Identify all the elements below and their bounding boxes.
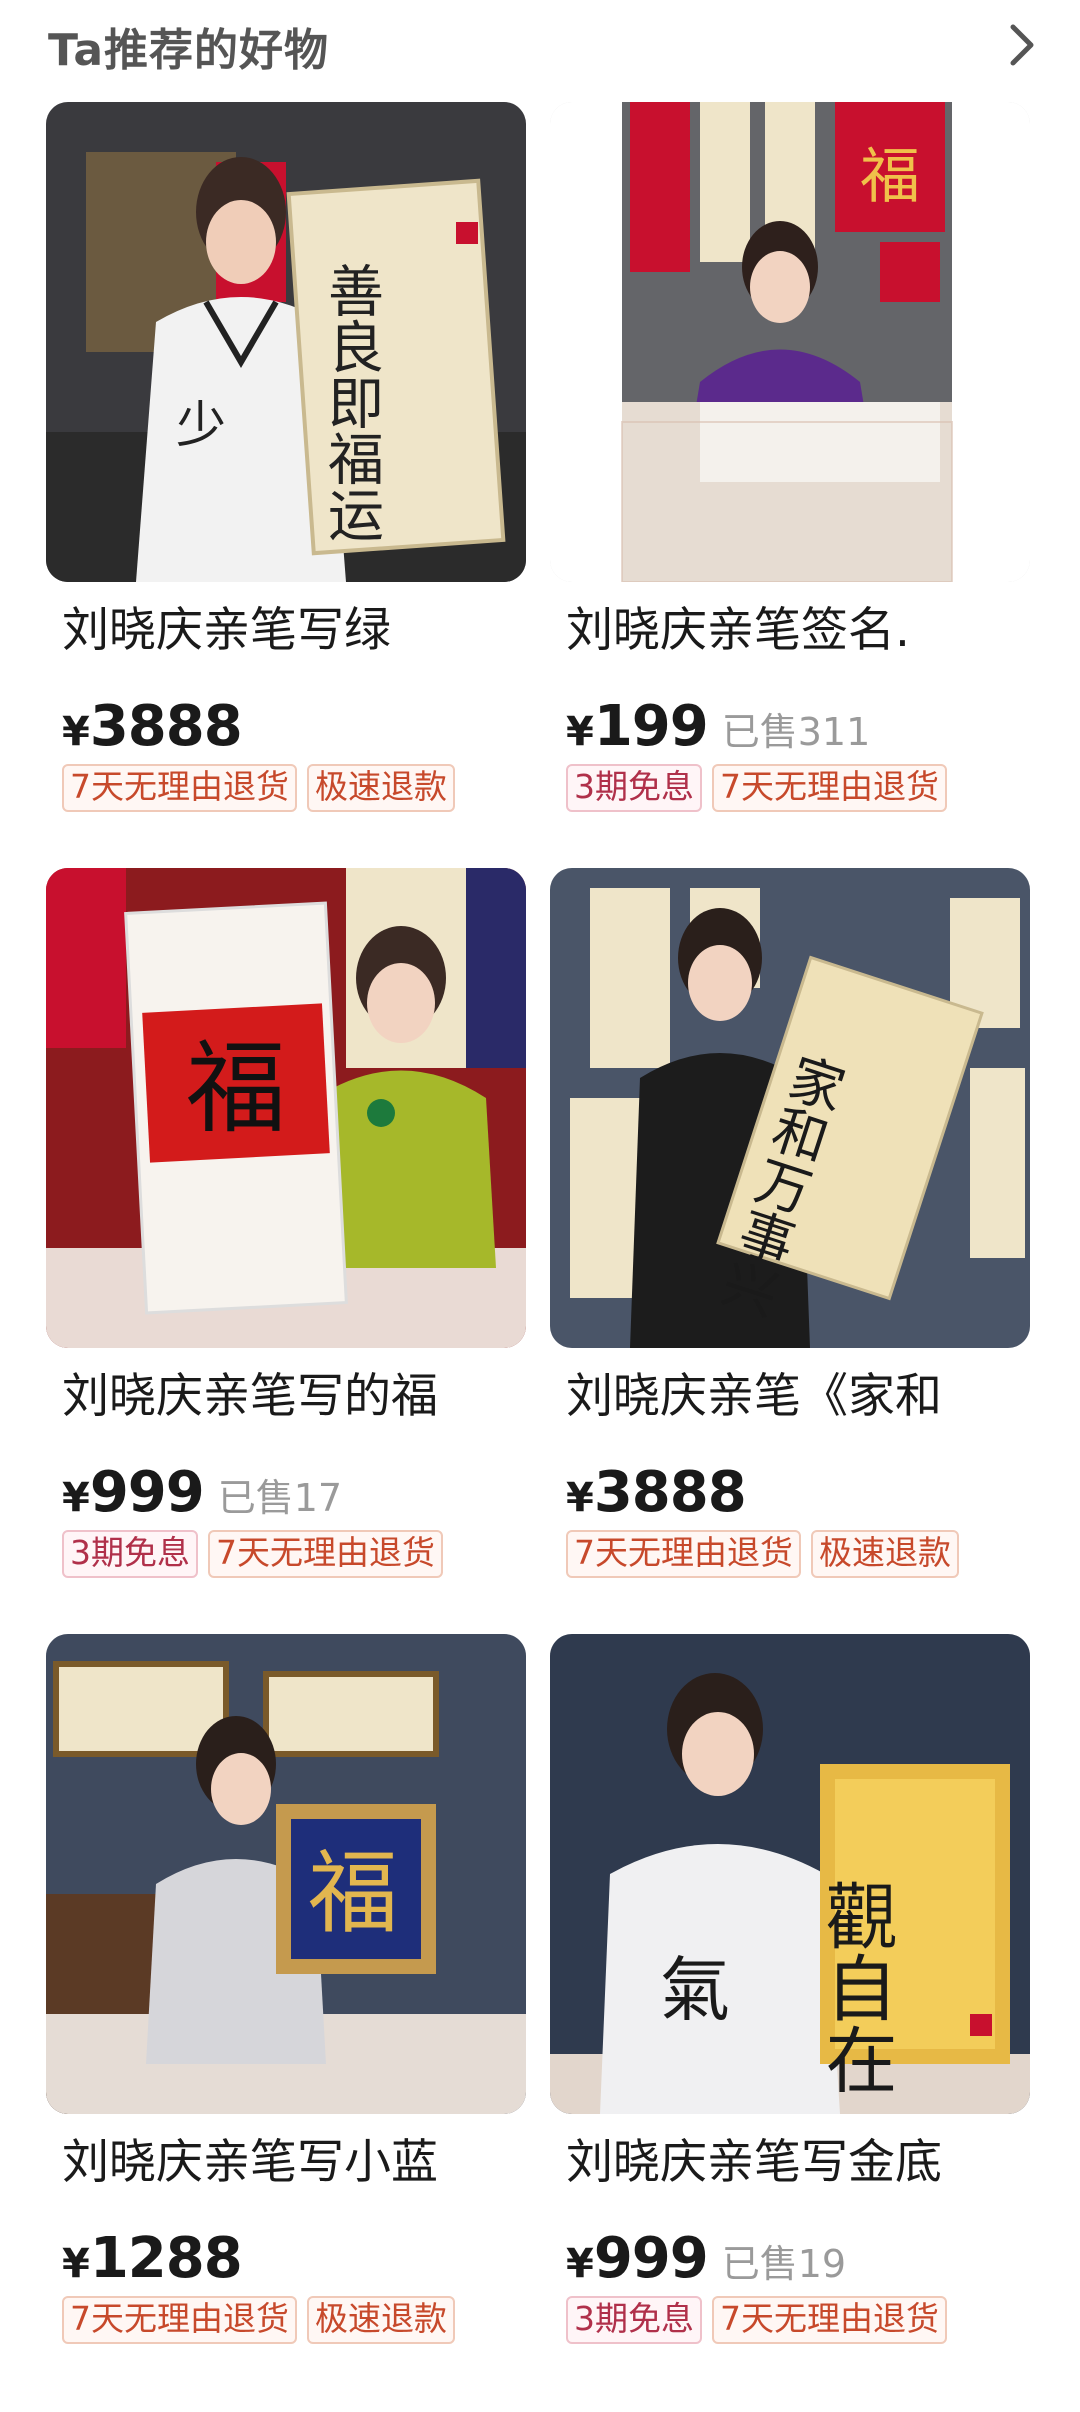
tag-badge: 3期免息 — [566, 2296, 702, 2344]
price-row: ¥ 1288 — [46, 2226, 526, 2291]
scroll-text: 善良即福运 — [319, 262, 384, 542]
currency-symbol: ¥ — [62, 2241, 90, 2287]
currency-symbol: ¥ — [566, 1475, 594, 1521]
product-title[interactable]: 刘晓庆亲笔签名. — [550, 600, 1030, 662]
product-image[interactable]: 家和万事兴 — [550, 868, 1030, 1348]
poster-text: 福 — [186, 1030, 286, 1147]
product-card[interactable]: 少 善良即福运 刘晓庆亲笔写绿 ¥ 3888 7天无理由退货 极速退款 — [46, 102, 526, 868]
product-card[interactable]: 福 刘晓庆亲笔写的福 ¥ 999 已售17 3期免息 7天无理由退货 — [46, 868, 526, 1634]
frame-text: 觀自在 — [813, 1879, 897, 2095]
product-title[interactable]: 刘晓庆亲笔写小蓝 — [46, 2132, 526, 2194]
tag-badge: 极速退款 — [811, 1530, 959, 1578]
price-row: ¥ 3888 — [46, 694, 526, 759]
price-value: 999 — [89, 1460, 205, 1525]
sold-count: 已售19 — [721, 2242, 847, 2286]
tag-badge: 7天无理由退货 — [566, 1530, 801, 1578]
tag-badge: 3期免息 — [62, 1530, 198, 1578]
product-card[interactable]: 氣 觀自在 刘晓庆亲笔写金底 ¥ 999 已售19 3期免息 7天无理由退货 — [550, 1634, 1030, 2400]
price-row: ¥ 999 已售17 — [46, 1460, 526, 1525]
price-value: 3888 — [593, 1460, 747, 1525]
chevron-right-icon[interactable] — [1000, 20, 1044, 70]
currency-symbol: ¥ — [566, 2241, 594, 2287]
tag-list: 7天无理由退货 极速退款 — [46, 764, 526, 812]
section-header: Ta推荐的好物 — [0, 0, 1080, 96]
product-card[interactable]: 福 刘晓庆亲笔写小蓝 ¥ 1288 7天无理由退货 极速退款 — [46, 1634, 526, 2400]
price-value: 999 — [593, 2226, 709, 2291]
price-row: ¥ 3888 — [550, 1460, 1030, 1525]
tag-badge: 极速退款 — [307, 764, 455, 812]
tag-badge: 7天无理由退货 — [62, 2296, 297, 2344]
frame-text: 福 — [308, 1841, 398, 1946]
price-row: ¥ 999 已售19 — [550, 2226, 1030, 2291]
product-card[interactable]: 家和万事兴 刘晓庆亲笔《家和 ¥ 3888 7天无理由退货 极速退款 — [550, 868, 1030, 1634]
tag-list: 7天无理由退货 极速退款 — [550, 1530, 1030, 1578]
poster-text: 福 — [860, 142, 920, 212]
sold-count: 已售17 — [217, 1476, 343, 1520]
tag-badge: 7天无理由退货 — [208, 1530, 443, 1578]
product-title[interactable]: 刘晓庆亲笔写金底 — [550, 2132, 1030, 2194]
product-title[interactable]: 刘晓庆亲笔写绿 — [46, 600, 526, 662]
section-title: Ta推荐的好物 — [48, 25, 330, 76]
sold-count: 已售311 — [721, 710, 871, 754]
tag-badge: 7天无理由退货 — [62, 764, 297, 812]
currency-symbol: ¥ — [566, 709, 594, 755]
currency-symbol: ¥ — [62, 709, 90, 755]
product-card[interactable]: 福 刘晓庆亲笔签名. ¥ 199 已售311 3期免息 7天无理由退货 — [550, 102, 1030, 868]
product-title[interactable]: 刘晓庆亲笔《家和 — [550, 1366, 1030, 1428]
tag-badge: 7天无理由退货 — [712, 2296, 947, 2344]
currency-symbol: ¥ — [62, 1475, 90, 1521]
product-title[interactable]: 刘晓庆亲笔写的福 — [46, 1366, 526, 1428]
product-image[interactable]: 福 — [46, 1634, 526, 2114]
price-row: ¥ 199 已售311 — [550, 694, 1030, 759]
tag-list: 3期免息 7天无理由退货 — [46, 1530, 526, 1578]
price-value: 199 — [593, 694, 709, 759]
product-image[interactable]: 福 — [550, 102, 1030, 582]
tag-badge: 极速退款 — [307, 2296, 455, 2344]
price-value: 1288 — [89, 2226, 243, 2291]
price-value: 3888 — [89, 694, 243, 759]
tag-list: 3期免息 7天无理由退货 — [550, 764, 1030, 812]
product-image[interactable]: 福 — [46, 868, 526, 1348]
svg-text:少: 少 — [176, 396, 226, 454]
tag-badge: 3期免息 — [566, 764, 702, 812]
product-image[interactable]: 氣 觀自在 — [550, 1634, 1030, 2114]
tag-list: 3期免息 7天无理由退货 — [550, 2296, 1030, 2344]
product-grid: 少 善良即福运 刘晓庆亲笔写绿 ¥ 3888 7天无理由退货 极速退款 福 刘晓… — [46, 102, 1030, 2400]
tag-list: 7天无理由退货 极速退款 — [46, 2296, 526, 2344]
product-image[interactable]: 少 善良即福运 — [46, 102, 526, 582]
tag-badge: 7天无理由退货 — [712, 764, 947, 812]
svg-text:氣: 氣 — [660, 1949, 730, 2031]
